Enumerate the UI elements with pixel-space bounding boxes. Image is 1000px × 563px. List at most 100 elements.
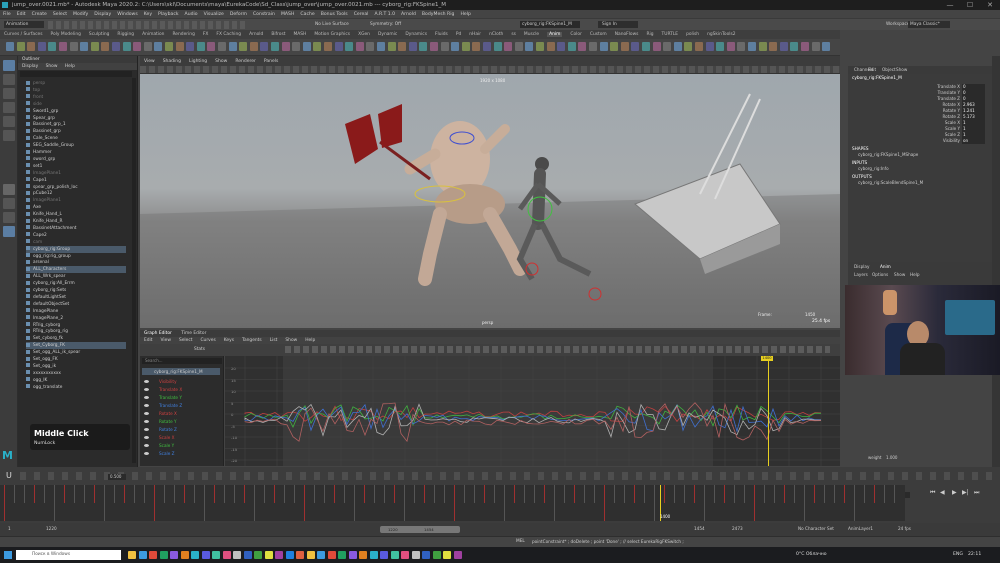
shelf-tool-icon[interactable] [620,42,629,51]
shelf-tool-icon[interactable] [302,42,311,51]
shelf-tab-motion-graphics[interactable]: Motion Graphics [314,32,350,37]
taskbar-app-icon[interactable] [159,551,168,559]
shelf-tab-dynamics[interactable]: Dynamics [405,32,427,37]
channel-attribute-value[interactable]: 0 [962,84,985,90]
current-time-line[interactable] [768,356,769,466]
shelf-tool-icon[interactable] [90,42,99,51]
weather-widget[interactable]: 0°C Облачно [796,552,827,557]
range-slider-bar[interactable]: 1220 1454 [380,526,460,533]
graph-channel-row[interactable]: Visibility [144,378,177,385]
shelf-tab-turtle[interactable]: TURTLE [662,32,679,37]
menu-modify[interactable]: Modify [73,12,88,17]
graph-channel-row[interactable]: Scale Y [144,442,174,449]
tab-time-editor[interactable]: Time Editor [181,331,206,336]
shelf-tool-icon[interactable] [801,42,809,51]
taskbar-app-icon[interactable] [180,551,189,559]
channel-attribute-row[interactable]: Translate Y0 [934,90,990,96]
shelf-tool-icon[interactable] [822,42,831,51]
graph-menu-help[interactable]: Help [305,338,315,343]
channel-section-item[interactable]: cyborg_rig:FKSpine1_MShape [858,152,918,157]
menu-windows[interactable]: Windows [117,12,138,17]
taskbar-app-icon[interactable] [149,551,157,559]
step-back-icon[interactable]: ◀ [940,489,945,496]
viewport-menu-view[interactable]: View [144,59,155,64]
select-tool-icon[interactable] [3,60,15,71]
taskbar-app-icon[interactable] [411,551,420,559]
shelf-tab-pd[interactable]: Pd [456,32,461,37]
current-time-marker[interactable]: 1400 [761,356,773,361]
shelf-tool-icon[interactable] [472,42,481,51]
graph-curve-area[interactable]: 20 15 10 5 0 -5 -10 -15 -20 1400 [225,356,840,466]
shelf-tool-icon[interactable] [769,42,778,51]
shelf-tool-icon[interactable] [69,42,78,51]
shelf-tool-icon[interactable] [726,42,735,51]
weight-field[interactable]: 1.000 [886,455,897,460]
shelf-tab-fx-caching[interactable]: FX Caching [216,32,241,37]
graph-menu-curves[interactable]: Curves [200,338,215,343]
menu-key[interactable]: Key [144,12,152,17]
step-field[interactable]: 0.500 [108,474,126,480]
3d-viewport[interactable]: 1920 x 1080 persp Frame: 1450 25.4 fps [140,74,840,328]
channel-attribute-value[interactable]: on [962,138,985,144]
shelf-tool-icon[interactable] [59,42,67,51]
tab-graph-editor[interactable]: Graph Editor [144,331,172,336]
shelf-tool-icon[interactable] [663,42,672,51]
graph-menu-tangents[interactable]: Tangents [242,338,262,343]
channel-attribute-value[interactable]: 0 [962,96,985,102]
channel-attribute-row[interactable]: Scale Z1 [934,132,990,138]
shelf-tab-fx[interactable]: FX [203,32,209,37]
eye-icon[interactable] [144,444,149,447]
menu-cereal[interactable]: Cereal [354,12,369,17]
shelf-tool-icon[interactable] [366,42,375,51]
shelf-tool-icon[interactable] [652,42,661,51]
channel-attribute-value[interactable]: 5.173 [962,114,985,120]
taskbar-search[interactable]: Поиск в Windows [16,550,121,560]
play-icon[interactable]: ▶ [952,489,957,496]
move-tool-icon[interactable] [3,102,15,113]
anim-layer-dropdown[interactable]: AnimLayer1 [848,526,873,531]
eye-icon[interactable] [144,388,149,391]
channel-attribute-row[interactable]: Translate X0 [934,84,990,90]
eye-icon[interactable] [144,412,149,415]
symmetry-dropdown[interactable]: Symmetry: Off [370,21,401,28]
shelf-tab-ss[interactable]: ss [511,32,516,37]
taskbar-app-icon[interactable] [128,551,136,559]
shelf-tool-icon[interactable] [112,42,120,51]
menu-mash[interactable]: MASH [281,12,294,17]
taskbar-app-icon[interactable] [380,551,388,559]
shelf-tool-icon[interactable] [228,42,237,51]
shelf-tab-muscle[interactable]: Muscle [524,32,539,37]
viewport-menu-panels[interactable]: Panels [264,59,278,64]
shelf-tab-rigging[interactable]: Rigging [117,32,134,37]
shelf-tool-icon[interactable] [133,42,142,51]
graph-menu-edit[interactable]: Edit [144,338,153,343]
channel-box-tab-object[interactable]: Object [882,67,896,72]
graph-channel-row[interactable]: Rotate Y [144,418,177,425]
shelf-tab-fluids[interactable]: Fluids [435,32,448,37]
shelf-tool-icon[interactable] [408,42,417,51]
layout-single-icon[interactable] [3,184,15,195]
viewport-menu-lighting[interactable]: Lighting [189,59,207,64]
channel-attribute-value[interactable]: 1 [962,126,985,132]
shelf-tool-icon[interactable] [398,42,407,51]
graph-menu-keys[interactable]: Keys [224,338,234,343]
channel-attribute-row[interactable]: Translate Z0 [934,96,990,102]
shelf-tool-icon[interactable] [387,42,396,51]
channel-section-item[interactable]: cyborg_rig:Info [858,166,889,171]
rotate-tool-icon[interactable] [3,116,15,127]
shelf-tool-icon[interactable] [175,42,184,51]
layer-menu-help[interactable]: Help [910,272,920,277]
menu-a-r-t-1-0[interactable]: A.R.T 1.0 [374,12,395,17]
shelf-tool-icon[interactable] [790,42,799,51]
shelf-tool-icon[interactable] [207,42,216,51]
taskbar-app-icon[interactable] [432,551,441,559]
eye-icon[interactable] [144,380,149,383]
outliner-scrollbar[interactable] [132,78,136,463]
shelf-tool-icon[interactable] [451,42,460,51]
shelf-tool-icon[interactable] [48,42,57,51]
shelf-tool-icon[interactable] [589,42,597,51]
outliner-menu-help[interactable]: Help [65,64,75,69]
shelf-tab-nhair[interactable]: nHair [469,32,481,37]
taskbar-app-icon[interactable] [390,551,399,559]
shelf-tool-icon[interactable] [27,42,36,51]
